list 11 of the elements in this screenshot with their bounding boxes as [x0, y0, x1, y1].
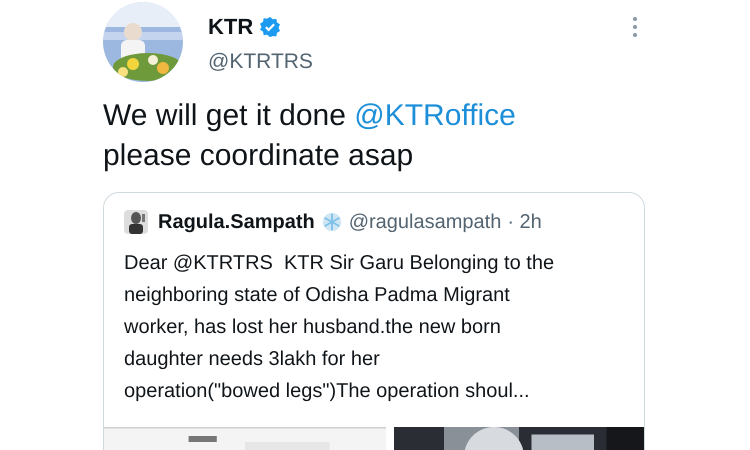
- author-handle: @KTRTRS: [208, 50, 313, 74]
- tweet-text: We will get it done @KTRoffice please coordinate asap: [103, 98, 517, 174]
- mention-link[interactable]: @KTRoffice: [354, 99, 516, 132]
- author-name: KTR: [208, 14, 254, 40]
- snowflake-icon: [320, 211, 343, 233]
- more-options-icon[interactable]: [632, 16, 638, 38]
- quoted-author-name: Ragula.Sampath: [158, 210, 315, 234]
- tweet-time: · 2h: [507, 210, 542, 234]
- quoted-tweet-card[interactable]: [103, 192, 645, 450]
- quoted-author-handle: @ragulasampath: [348, 210, 502, 234]
- quoted-tweet-text: Dear @KTRTRS KTR Sir Garu Belonging to the neighboring state of Odisha Padma Migrant worker, has lost her husband.the new born daughter needs 3lakh for her operation("bowed legs")The operation shoul...: [123, 251, 556, 404]
